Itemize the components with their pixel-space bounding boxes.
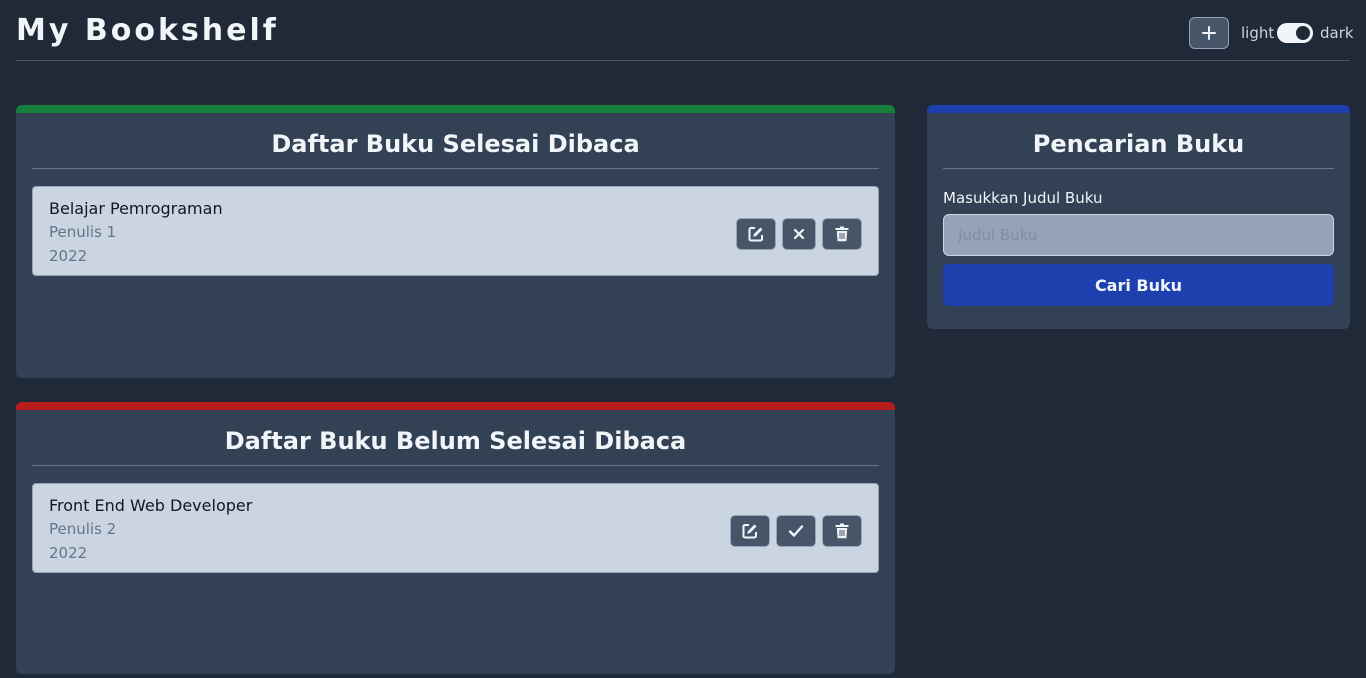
book-card: Belajar Pemrograman Penulis 1 2022 <box>32 186 879 276</box>
edit-book-button[interactable] <box>736 218 776 250</box>
mark-finished-button[interactable] <box>776 515 816 547</box>
book-author: Penulis 1 <box>49 223 117 241</box>
close-icon <box>793 228 805 240</box>
unfinished-panel-title: Daftar Buku Belum Selesai Dibaca <box>32 427 879 466</box>
book-card: Front End Web Developer Penulis 2 2022 <box>32 483 879 573</box>
finished-panel-title: Daftar Buku Selesai Dibaca <box>32 130 879 169</box>
book-year: 2022 <box>49 544 88 562</box>
check-icon <box>788 525 804 537</box>
book-actions <box>736 218 862 250</box>
book-year: 2022 <box>49 247 88 265</box>
mark-unfinished-button[interactable] <box>782 218 816 250</box>
search-panel-accent <box>927 105 1350 113</box>
app-title: My Bookshelf <box>16 13 279 48</box>
edit-book-button[interactable] <box>730 515 770 547</box>
theme-light-label: light <box>1241 24 1275 42</box>
book-title: Front End Web Developer <box>49 496 253 515</box>
delete-book-button[interactable] <box>822 515 862 547</box>
trash-icon <box>835 523 849 539</box>
search-panel: Pencarian Buku Masukkan Judul Buku Cari … <box>927 105 1350 329</box>
trash-icon <box>835 226 849 242</box>
search-button[interactable]: Cari Buku <box>943 264 1334 306</box>
unfinished-panel-accent <box>16 402 895 410</box>
finished-books-panel: Daftar Buku Selesai Dibaca Belajar Pemro… <box>16 105 895 378</box>
search-panel-title: Pencarian Buku <box>943 130 1334 169</box>
unfinished-books-panel: Daftar Buku Belum Selesai Dibaca Front E… <box>16 402 895 674</box>
search-input[interactable] <box>943 214 1334 256</box>
theme-dark-label: dark <box>1320 24 1354 42</box>
book-title: Belajar Pemrograman <box>49 199 223 218</box>
toggle-knob <box>1296 26 1310 40</box>
finished-panel-accent <box>16 105 895 113</box>
edit-icon <box>742 524 757 539</box>
search-label: Masukkan Judul Buku <box>943 189 1103 207</box>
plus-icon <box>1202 26 1216 40</box>
book-actions <box>730 515 862 547</box>
book-author: Penulis 2 <box>49 520 117 538</box>
theme-toggle[interactable] <box>1277 23 1313 43</box>
edit-icon <box>748 227 763 242</box>
delete-book-button[interactable] <box>822 218 862 250</box>
app-header: My Bookshelf light dark <box>16 0 1354 61</box>
add-book-button[interactable] <box>1189 17 1229 49</box>
